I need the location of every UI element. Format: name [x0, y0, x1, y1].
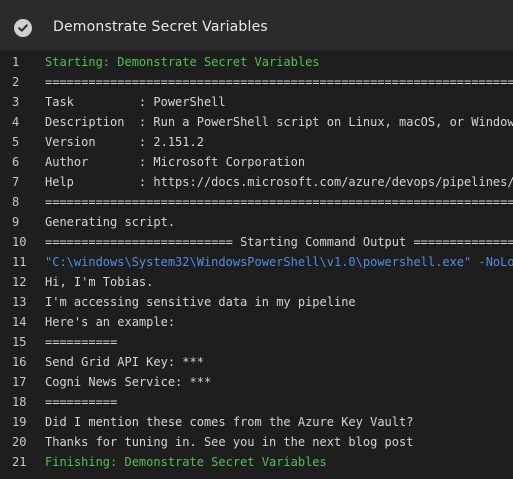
- line-text: Author : Microsoft Corporation: [45, 155, 306, 169]
- log-line: 13 I'm accessing sensitive data in my pip…: [0, 292, 513, 312]
- line-number: 16: [12, 355, 27, 369]
- line-number: 13: [12, 295, 27, 309]
- log-line: 1 Starting: Demonstrate Secret Variables: [0, 52, 513, 72]
- line-number: 12: [12, 275, 27, 289]
- line-number: 4: [12, 115, 20, 129]
- line-text: Help : https://docs.microsoft.com/azure/…: [45, 175, 513, 189]
- line-number: 2: [12, 75, 20, 89]
- log-line: 12 Hi, I'm Tobias.: [0, 272, 513, 292]
- line-number: 21: [12, 455, 27, 469]
- line-number: 20: [12, 435, 27, 449]
- line-number: 14: [12, 315, 27, 329]
- line-text: ========================================…: [45, 75, 513, 89]
- check-circle-icon: [14, 19, 32, 37]
- line-number: 17: [12, 375, 27, 389]
- log-line: 19 Did I mention these comes from the Azu…: [0, 412, 513, 432]
- line-text: Hi, I'm Tobias.: [45, 275, 154, 289]
- step-header[interactable]: Demonstrate Secret Variables: [0, 0, 513, 51]
- log-line: 16 Send Grid API Key: ***: [0, 352, 513, 372]
- line-text: I'm accessing sensitive data in my pipel…: [45, 295, 356, 309]
- line-number: 15: [12, 335, 27, 349]
- line-text: Generating script.: [45, 215, 176, 229]
- log-line: 4 Description : Run a PowerShell script o…: [0, 112, 513, 132]
- log-line: 8 =======================================…: [0, 192, 513, 212]
- line-text: Starting: Demonstrate Secret Variables: [45, 55, 320, 69]
- log-line: 6 Author : Microsoft Corporation: [0, 152, 513, 172]
- line-text: Here's an example:: [45, 315, 176, 329]
- log-line: 18 ==========: [0, 392, 513, 412]
- log-line: 9 Generating script.: [0, 212, 513, 232]
- log-line: 15 ==========: [0, 332, 513, 352]
- line-number: 8: [12, 195, 20, 209]
- line-text: Task : PowerShell: [45, 95, 226, 109]
- log-line: 21 Finishing: Demonstrate Secret Variable…: [0, 452, 513, 472]
- line-number: 9: [12, 215, 20, 229]
- line-number: 10: [12, 235, 27, 249]
- log-line: 17 Cogni News Service: ***: [0, 372, 513, 392]
- line-text: ========================================…: [45, 195, 513, 209]
- line-text: ==========: [45, 395, 118, 409]
- step-title: Demonstrate Secret Variables: [53, 19, 268, 35]
- log-line: 5 Version : 2.151.2: [0, 132, 513, 152]
- line-number: 7: [12, 175, 20, 189]
- line-text: ========================== Starting Comm…: [45, 235, 513, 249]
- line-number: 19: [12, 415, 27, 429]
- log-line: 2 =======================================…: [0, 72, 513, 92]
- log-line: 20 Thanks for tuning in. See you in the n…: [0, 432, 513, 452]
- line-text: "C:\windows\System32\WindowsPowerShell\v…: [45, 255, 513, 269]
- line-text: Thanks for tuning in. See you in the nex…: [45, 435, 414, 449]
- log-line: 7 Help : https://docs.microsoft.com/azure…: [0, 172, 513, 192]
- log-line: 14 Here's an example:: [0, 312, 513, 332]
- line-text: Version : 2.151.2: [45, 135, 204, 149]
- log-panel: Demonstrate Secret Variables 1 Starting: …: [0, 0, 513, 479]
- line-text: Cogni News Service: ***: [45, 375, 212, 389]
- line-number: 11: [12, 255, 27, 269]
- log-line: 10 ========================== Starting Co…: [0, 232, 513, 252]
- line-text: Did I mention these comes from the Azure…: [45, 415, 414, 429]
- line-text: Finishing: Demonstrate Secret Variables: [45, 455, 327, 469]
- line-number: 6: [12, 155, 20, 169]
- line-text: Description : Run a PowerShell script on…: [45, 115, 513, 129]
- line-number: 5: [12, 135, 20, 149]
- line-text: Send Grid API Key: ***: [45, 355, 204, 369]
- log-line: 3 Task : PowerShell: [0, 92, 513, 112]
- log-line: 11 "C:\windows\System32\WindowsPowerShell…: [0, 252, 513, 272]
- line-text: ==========: [45, 335, 118, 349]
- log-output[interactable]: 1 Starting: Demonstrate Secret Variables 2…: [0, 52, 513, 472]
- line-number: 18: [12, 395, 27, 409]
- line-number: 1: [12, 55, 20, 69]
- line-number: 3: [12, 95, 20, 109]
